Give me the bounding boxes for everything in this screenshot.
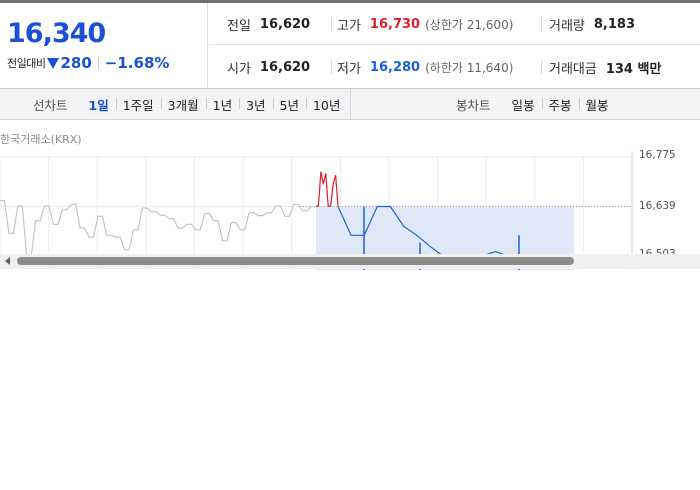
y-tick-label: 16,775 [639,149,676,161]
scroll-thumb[interactable] [17,257,574,265]
chart-period-tabs: 선차트 1일 1주일 3개월 1년 3년 5년 10년 봉차트 일봉 주봉 월봉 [0,89,700,120]
divider [541,60,542,74]
tab-3month[interactable]: 3개월 [160,95,206,114]
low-label: 저가 [337,61,361,77]
line-chart-tabs: 선차트 1일 1주일 3개월 1년 3년 5년 10년 [33,89,347,119]
change-row: 전일대비 280 −1.68% [7,54,169,72]
volume: 거래량 8,183 [549,3,635,45]
tab-5year[interactable]: 5년 [272,95,306,114]
tab-10year[interactable]: 10년 [305,95,347,114]
open-value: 16,620 [259,59,311,75]
candle-chart-tabs: 봉차트 일봉 주봉 월봉 [456,89,616,119]
open-label: 시가 [227,61,251,77]
upper-limit: (상한가 21,600) [425,17,514,32]
tab-3year[interactable]: 3년 [239,95,272,114]
change-value: 280 [60,54,92,72]
open-price: 시가 16,620 [227,46,310,88]
stats-row-1: 전일 16,620 고가 16,730 (상한가 21,600) 거래량 8,1… [209,3,700,45]
turnover: 거래대금 134 백만 [549,46,661,88]
divider [350,89,351,119]
divider [331,17,332,31]
high-value: 16,730 [369,16,421,32]
high-label: 고가 [337,18,361,34]
divider [331,60,332,74]
volume-value: 8,183 [593,16,636,32]
price-chart: 한국거래소(KRX) 16,775 16,639 16,503 [0,120,700,270]
tab-daily-candle[interactable]: 일봉 [505,95,542,114]
change-label: 전일대비 [7,57,46,70]
scroll-left-arrow-icon[interactable] [5,257,10,265]
lower-limit: (하한가 11,640) [425,60,514,75]
tab-weekly-candle[interactable]: 주봉 [541,95,579,114]
quote-summary: 16,340 전일대비 280 −1.68% 전일 16,620 고가 16,7… [0,3,700,89]
price-box: 16,340 전일대비 280 −1.68% [0,3,208,88]
current-price: 16,340 [7,18,106,49]
volume-label: 거래량 [549,18,585,34]
tab-1week[interactable]: 1주일 [115,95,161,114]
stats-row-2: 시가 16,620 저가 16,280 (하한가 11,640) 거래대금 13… [209,46,700,88]
turnover-value: 134 백만 [605,61,662,77]
divider [541,17,542,31]
tab-1year[interactable]: 1년 [205,95,239,114]
series-line [0,200,316,257]
low-value: 16,280 [369,59,421,75]
low-price: 저가 16,280 (하한가 11,640) [337,46,513,88]
chart-plot [0,151,633,270]
prev-close-label: 전일 [227,18,251,34]
divider [97,57,99,69]
tab-monthly-candle[interactable]: 월봉 [578,95,616,114]
triangle-down-icon [47,57,60,69]
prev-close: 전일 16,620 [227,3,310,45]
prev-close-value: 16,620 [259,16,311,32]
line-chart-title: 선차트 [33,97,68,113]
y-tick-label: 16,639 [639,200,676,212]
chart-scrollbar[interactable] [0,254,700,269]
change-percent: −1.68% [104,54,170,72]
series-line [316,171,339,207]
turnover-label: 거래대금 [549,61,597,77]
tab-1day[interactable]: 1일 [82,95,116,114]
candle-chart-title: 봉차트 [456,97,491,113]
high-price: 고가 16,730 (상한가 21,600) [337,3,513,45]
